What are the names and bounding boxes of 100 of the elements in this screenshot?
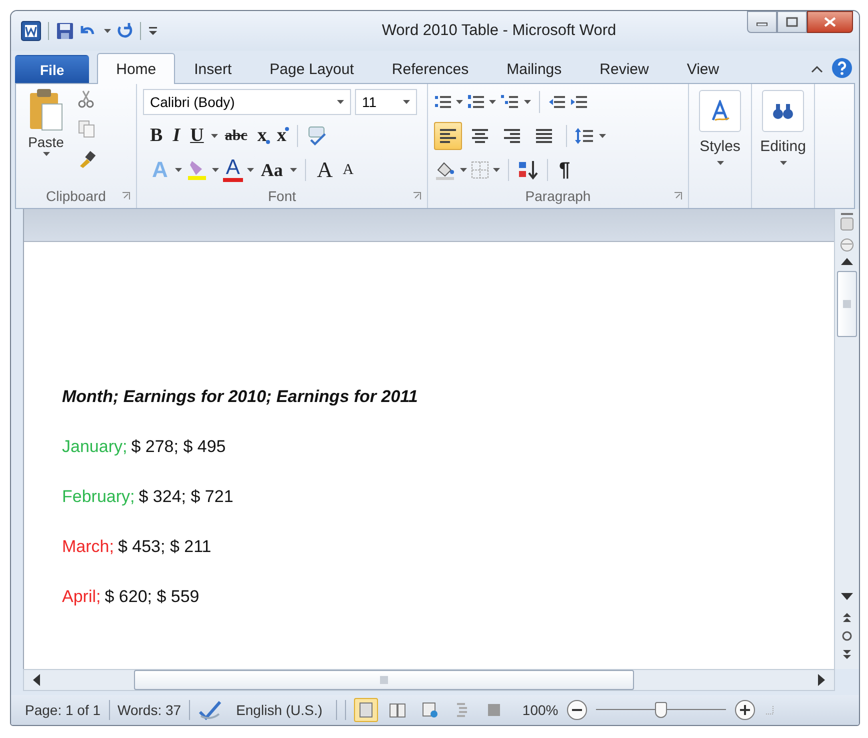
scroll-thumb[interactable]: [134, 670, 634, 690]
caret-icon[interactable]: [489, 100, 496, 104]
shading-icon[interactable]: [434, 160, 456, 180]
zoom-in-icon[interactable]: [734, 699, 756, 721]
align-left-button[interactable]: [434, 122, 462, 150]
minimize-button[interactable]: [747, 11, 777, 33]
caret-icon[interactable]: [337, 100, 344, 104]
proofing-check-icon[interactable]: [198, 700, 222, 720]
word-count[interactable]: Words: 37: [118, 702, 182, 718]
horizontal-scrollbar[interactable]: [23, 669, 835, 691]
grow-font-button[interactable]: A: [314, 157, 336, 183]
caret-icon[interactable]: [524, 100, 531, 104]
slider-thumb[interactable]: [655, 702, 668, 718]
vertical-scrollbar[interactable]: [834, 209, 859, 669]
earnings-text: $ 620; $ 559: [104, 587, 200, 606]
line-spacing-icon[interactable]: [575, 127, 595, 145]
ribbon-tab[interactable]: View: [668, 55, 738, 83]
close-button[interactable]: [807, 11, 853, 33]
ribbon-tab[interactable]: Insert: [175, 55, 251, 83]
ribbon-tab[interactable]: Home: [97, 53, 176, 84]
strikethrough-button[interactable]: abc: [222, 123, 250, 149]
select-browse-icon[interactable]: [842, 631, 852, 641]
scissors-icon[interactable]: [78, 90, 94, 108]
maximize-button[interactable]: [777, 11, 807, 33]
caret-icon[interactable]: [493, 168, 500, 172]
scroll-thumb[interactable]: [837, 271, 857, 337]
dialog-launcher-icon[interactable]: [122, 192, 130, 200]
superscript-button[interactable]: x: [274, 123, 290, 149]
next-page-icon[interactable]: [842, 649, 852, 661]
font-name-field[interactable]: Calibri (Body): [143, 89, 351, 115]
ribbon-tab[interactable]: Page Layout: [250, 55, 373, 83]
dialog-launcher-icon[interactable]: [413, 192, 421, 200]
file-tab[interactable]: File: [15, 55, 90, 83]
scroll-right-icon[interactable]: [818, 674, 826, 686]
word-logo-icon[interactable]: [21, 21, 41, 41]
numbering-icon[interactable]: [467, 93, 485, 111]
group-label: Font: [268, 188, 296, 204]
group-label: Clipboard: [46, 188, 106, 204]
document-text: Month; Earnings for 2010; Earnings for 2011: [62, 386, 419, 408]
caret-icon[interactable]: [460, 168, 467, 172]
increase-indent-icon[interactable]: [570, 93, 588, 111]
multilevel-list-icon[interactable]: [500, 93, 520, 111]
zoom-level[interactable]: 100%: [522, 702, 558, 718]
caret-icon[interactable]: [212, 168, 219, 172]
month-text: March;: [62, 537, 114, 556]
save-icon[interactable]: [56, 22, 74, 40]
underline-button[interactable]: U: [187, 123, 207, 149]
customize-icon[interactable]: [148, 25, 158, 37]
dialog-launcher-icon[interactable]: [674, 192, 682, 200]
paste-button[interactable]: Paste: [24, 88, 68, 184]
help-icon[interactable]: [831, 57, 853, 79]
ribbon-tab[interactable]: Mailings: [488, 55, 581, 83]
caret-icon[interactable]: [456, 100, 463, 104]
caret-icon[interactable]: [599, 134, 606, 138]
book-icon: [389, 701, 408, 719]
caret-icon[interactable]: [290, 168, 297, 172]
caret-icon[interactable]: [780, 161, 786, 166]
maximize-icon: [786, 17, 798, 27]
caret-icon[interactable]: [104, 28, 111, 34]
font-size-field[interactable]: 11: [355, 89, 417, 115]
caret-icon[interactable]: [716, 161, 724, 166]
show-formatting-button[interactable]: ¶: [556, 157, 574, 183]
redo-icon[interactable]: [115, 22, 133, 40]
caret-icon[interactable]: [210, 134, 218, 138]
group-label: Paragraph: [525, 188, 591, 204]
scroll-left-icon[interactable]: [32, 674, 40, 686]
decrease-indent-icon[interactable]: [548, 93, 566, 111]
sort-icon[interactable]: [517, 160, 539, 180]
align-center-icon: [470, 127, 490, 145]
bold-button[interactable]: B: [147, 123, 166, 149]
close-icon: [824, 17, 836, 27]
caret-icon[interactable]: [246, 168, 254, 172]
format-painter-icon[interactable]: [78, 150, 96, 168]
ribbon-tab[interactable]: References: [372, 55, 488, 83]
bullets-icon[interactable]: [434, 93, 452, 111]
caret-icon[interactable]: [42, 152, 50, 157]
ruler-toggle-icon[interactable]: [839, 213, 855, 231]
shrink-font-button[interactable]: A: [340, 157, 357, 183]
align-left-icon: [438, 127, 458, 145]
month-text: February;: [62, 487, 135, 506]
font-color-button[interactable]: A: [222, 158, 243, 182]
collapse-ribbon-icon[interactable]: [811, 64, 823, 74]
scroll-down-icon[interactable]: [841, 593, 853, 601]
spelling-icon[interactable]: [306, 126, 328, 146]
zoom-out-icon[interactable]: [566, 699, 588, 721]
ribbon-tab[interactable]: Review: [580, 55, 668, 83]
subscript-button[interactable]: x: [254, 123, 270, 149]
page-count[interactable]: Page: 1 of 1: [25, 702, 101, 718]
resize-grip-icon[interactable]: [764, 705, 774, 715]
earnings-text: $ 453; $ 211: [118, 537, 212, 556]
caret-icon[interactable]: [403, 100, 410, 104]
language-indicator[interactable]: English (U.S.): [236, 702, 322, 718]
web-layout-icon: [421, 701, 440, 719]
italic-button[interactable]: I: [170, 123, 184, 149]
scroll-up-icon[interactable]: [841, 257, 853, 265]
caret-icon[interactable]: [174, 168, 182, 172]
previous-page-icon[interactable]: [842, 611, 852, 623]
align-right-icon: [502, 127, 522, 145]
change-case-button[interactable]: Aa: [258, 157, 286, 183]
view-button[interactable]: [354, 698, 378, 722]
